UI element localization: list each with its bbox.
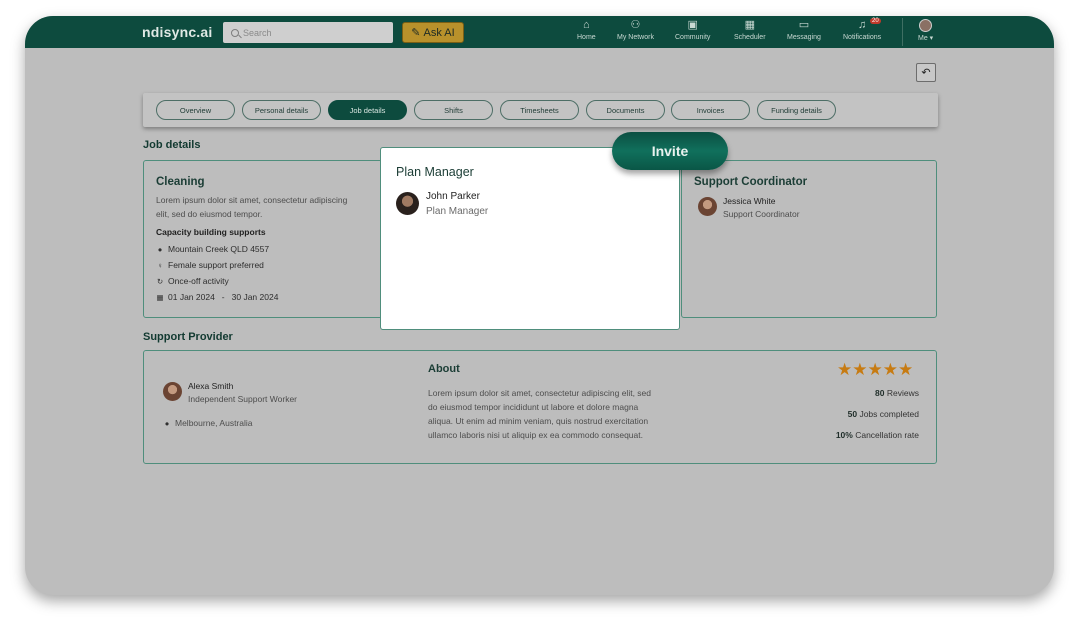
female-icon: ♀ — [157, 260, 163, 270]
tab-documents[interactable]: Documents — [586, 100, 665, 120]
job-frequency-row: ↻ Once-off activity — [156, 276, 229, 286]
coordinator-avatar — [698, 197, 717, 216]
modal-title: Plan Manager — [396, 165, 474, 179]
nav-divider — [902, 18, 903, 46]
nav-home-label: Home — [577, 34, 596, 41]
support-provider-card: Alexa Smith Independent Support Worker ●… — [143, 350, 937, 464]
provider-name[interactable]: Alexa Smith — [188, 381, 233, 391]
ask-ai-button[interactable]: ✎ Ask AI — [402, 22, 464, 43]
plan-manager-name[interactable]: John Parker — [426, 191, 480, 202]
star-icon: ★ — [882, 360, 898, 379]
repeat-icon: ↻ — [156, 276, 164, 286]
nav-my-network[interactable]: ⚇ My Network — [617, 19, 654, 41]
about-line-3: aliqua. Ut enim ad minim veniam, quis no… — [428, 416, 649, 426]
search-input[interactable]: Search — [223, 22, 393, 43]
location-pin-icon: ● — [164, 418, 170, 428]
back-button[interactable]: ↶ — [916, 63, 936, 82]
search-placeholder: Search — [243, 27, 272, 38]
top-navbar: ndisync.ai Search ✎ Ask AI ⌂ Home ⚇ My N… — [25, 16, 1054, 48]
job-location: Mountain Creek QLD 4557 — [168, 244, 270, 254]
tab-invoices[interactable]: Invoices — [671, 100, 750, 120]
home-icon: ⌂ — [583, 19, 590, 31]
nav-community-label: Community — [675, 34, 711, 41]
job-dates-row: ▦ 01 Jan 2024 - 30 Jan 2024 — [156, 292, 278, 302]
nav-my-network-label: My Network — [617, 34, 654, 41]
provider-location-row: ● Melbourne, Australia — [163, 418, 253, 428]
bell-icon: ♫ — [857, 19, 867, 31]
job-preference-row: ♀ Female support preferred — [156, 260, 264, 270]
job-date-end: 30 Jan 2024 — [231, 292, 279, 302]
job-location-row: ● Mountain Creek QLD 4557 — [156, 244, 269, 254]
job-frequency: Once-off activity — [168, 276, 229, 286]
star-icon: ★ — [867, 360, 883, 379]
job-desc-line-1: Lorem ipsum dolor sit amet, consectetur … — [156, 195, 348, 205]
location-pin-icon: ● — [157, 244, 163, 254]
job-desc-line-2: elit, sed do eiusmod tempor. — [156, 209, 263, 219]
brand-logo[interactable]: ndisync.ai — [142, 24, 212, 40]
nav-home[interactable]: ⌂ Home — [577, 19, 596, 41]
job-card: Cleaning Lorem ipsum dolor sit amet, con… — [143, 160, 383, 318]
tab-personal-details[interactable]: Personal details — [242, 100, 321, 120]
me-avatar — [919, 19, 933, 32]
provider-role: Independent Support Worker — [188, 394, 297, 404]
about-line-4: ullamco laboris nisi ut aliquip ex ea co… — [428, 430, 643, 440]
calendar-icon: ▦ — [156, 292, 164, 302]
cancellation-rate-stat: 10% Cancellation rate — [835, 430, 919, 440]
tab-timesheets[interactable]: Timesheets — [500, 100, 579, 120]
plan-manager-role: Plan Manager — [426, 206, 489, 217]
tab-overview[interactable]: Overview — [156, 100, 235, 120]
app-window: ndisync.ai Search ✎ Ask AI ⌂ Home ⚇ My N… — [25, 16, 1054, 595]
about-heading: About — [428, 363, 460, 375]
calendar-icon: ▦ — [744, 19, 755, 31]
plan-manager-avatar — [396, 192, 419, 215]
job-title: Cleaning — [156, 176, 205, 188]
job-date-start: 01 Jan 2024 — [168, 292, 215, 302]
nav-notifications[interactable]: ♫ 20 Notifications — [843, 18, 882, 41]
chat-icon: ▭ — [798, 19, 810, 31]
nav-me[interactable]: Me ▾ — [918, 19, 933, 42]
tab-funding-details[interactable]: Funding details — [757, 100, 836, 120]
job-preference: Female support preferred — [168, 260, 264, 270]
job-details-heading: Job details — [143, 139, 201, 151]
community-icon: ▣ — [687, 19, 698, 31]
rating-stars: ★★★★★ — [837, 360, 913, 380]
nav-messaging-label: Messaging — [787, 34, 821, 41]
reviews-stat: 80 Reviews — [875, 388, 919, 398]
provider-avatar — [163, 382, 182, 401]
support-provider-heading: Support Provider — [143, 331, 233, 343]
nav-messaging[interactable]: ▭ Messaging — [787, 19, 821, 41]
invite-button[interactable]: Invite — [612, 132, 728, 170]
coordinator-heading: Support Coordinator — [694, 176, 808, 188]
ask-ai-label: Ask AI — [423, 26, 455, 39]
nav-notifications-label: Notifications — [843, 34, 882, 41]
jobs-completed-stat: 50 Jobs completed — [847, 409, 919, 419]
nav-scheduler[interactable]: ▦ Scheduler — [734, 19, 766, 41]
about-line-2: do eiusmod tempor incididunt ut labore e… — [428, 402, 639, 412]
search-icon — [231, 28, 239, 37]
undo-arrow-icon: ↶ — [921, 67, 931, 79]
provider-location: Melbourne, Australia — [175, 418, 253, 428]
notification-badge: 20 — [870, 18, 881, 24]
nav-community[interactable]: ▣ Community — [675, 19, 710, 41]
nav-scheduler-label: Scheduler — [734, 34, 766, 41]
job-date-separator: - — [221, 292, 225, 302]
star-icon: ★ — [837, 360, 853, 379]
plan-manager-modal: Plan Manager John Parker Plan Manager — [380, 147, 680, 330]
tab-shifts[interactable]: Shifts — [414, 100, 493, 120]
network-icon: ⚇ — [630, 19, 641, 31]
coordinator-name[interactable]: Jessica White — [723, 196, 775, 206]
support-coordinator-card: Support Coordinator Jessica White Suppor… — [681, 160, 937, 318]
job-category: Capacity building supports — [156, 227, 266, 237]
nav-me-label: Me ▾ — [918, 35, 934, 42]
star-icon: ★ — [852, 360, 868, 379]
profile-tabs: Overview Personal details Job details Sh… — [143, 93, 938, 127]
magic-wand-icon: ✎ — [411, 27, 421, 39]
star-icon: ★ — [898, 360, 914, 379]
about-line-1: Lorem ipsum dolor sit amet, consectetur … — [428, 388, 651, 398]
tab-job-details[interactable]: Job details — [328, 100, 407, 120]
coordinator-role: Support Coordinator — [723, 209, 800, 219]
